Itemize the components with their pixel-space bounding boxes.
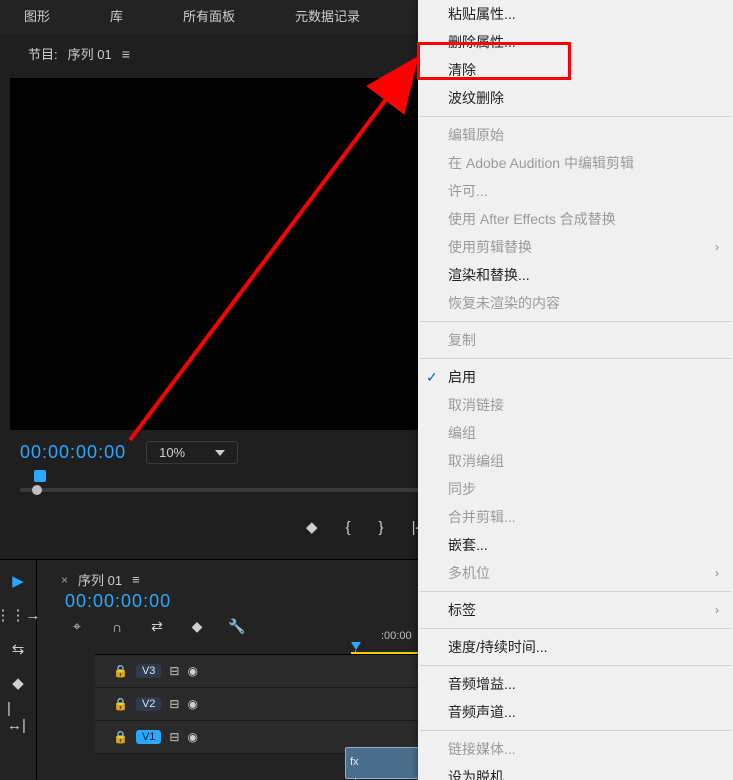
timeline-panel-menu-icon[interactable]: ≡ xyxy=(132,572,140,587)
menu-edit-in-audition: 在 Adobe Audition 中编辑剪辑 xyxy=(418,149,733,177)
menu-restore-unrendered: 恢复未渲染的内容 xyxy=(418,289,733,317)
timeline-playhead-icon[interactable] xyxy=(351,642,361,650)
panel-menu-icon[interactable]: ≡ xyxy=(122,46,130,62)
track-v3-target[interactable]: V3 xyxy=(136,664,161,678)
mark-out-button[interactable]: } xyxy=(379,514,384,542)
menu-separator xyxy=(420,628,731,629)
submenu-icon: › xyxy=(715,603,719,617)
track-visibility-icon[interactable]: ◉ xyxy=(187,730,197,744)
marker-button[interactable]: ◆ xyxy=(189,618,205,635)
sequence-tab-name[interactable]: 序列 01 xyxy=(78,570,122,589)
menu-link-media: 链接媒体... xyxy=(418,735,733,763)
menu-audio-channels[interactable]: 音频声道... xyxy=(418,698,733,726)
track-visibility-icon[interactable]: ◉ xyxy=(187,664,197,678)
tab-graphics[interactable]: 图形 xyxy=(4,0,70,34)
menu-synchronize: 同步 xyxy=(418,475,733,503)
menu-merge-clips: 合并剪辑... xyxy=(418,503,733,531)
magnet-toggle[interactable]: ∩ xyxy=(109,618,125,635)
menu-speed-duration[interactable]: 速度/持续时间... xyxy=(418,633,733,661)
submenu-icon: › xyxy=(715,240,719,254)
check-icon: ✓ xyxy=(426,369,438,386)
menu-license: 许可... xyxy=(418,177,733,205)
tab-library[interactable]: 库 xyxy=(90,0,143,34)
clip-context-menu: 粘贴属性... 删除属性... 清除 波纹删除 编辑原始 在 Adobe Aud… xyxy=(418,0,733,780)
program-title-prefix: 节目: xyxy=(28,44,58,63)
menu-nest[interactable]: 嵌套... xyxy=(418,531,733,559)
scrub-zoom-knob[interactable] xyxy=(32,485,42,495)
menu-multicam: 多机位› xyxy=(418,559,733,587)
chevron-down-icon xyxy=(215,450,225,456)
track-v2-target[interactable]: V2 xyxy=(136,697,161,711)
menu-separator xyxy=(420,358,731,359)
selection-tool[interactable]: ▶ xyxy=(7,570,29,592)
menu-replace-clip[interactable]: 使用剪辑替换› xyxy=(418,233,733,261)
ruler-tick-0: :00:00 xyxy=(381,630,412,642)
lock-icon[interactable]: 🔒 xyxy=(113,697,128,711)
menu-remove-attributes[interactable]: 删除属性... xyxy=(418,28,733,56)
track-sync-icon[interactable]: ⊟ xyxy=(169,730,179,744)
menu-set-offline[interactable]: 设为脱机... xyxy=(418,763,733,780)
menu-audio-gain[interactable]: 音频增益... xyxy=(418,670,733,698)
razor-tool[interactable]: ◆ xyxy=(7,672,29,694)
menu-replace-after-effects: 使用 After Effects 合成替换 xyxy=(418,205,733,233)
track-v1-target[interactable]: V1 xyxy=(136,730,161,744)
menu-ungroup: 取消编组 xyxy=(418,447,733,475)
program-timecode[interactable]: 00:00:00:00 xyxy=(20,442,126,463)
track-sync-icon[interactable]: ⊟ xyxy=(169,664,179,678)
menu-duplicate: 复制 xyxy=(418,326,733,354)
menu-clear[interactable]: 清除 xyxy=(418,56,733,84)
track-visibility-icon[interactable]: ◉ xyxy=(187,697,197,711)
program-time-row: 00:00:00:00 10% xyxy=(20,441,238,464)
program-zoom-dropdown[interactable]: 10% xyxy=(146,441,238,464)
menu-separator xyxy=(420,321,731,322)
menu-unlink: 取消链接 xyxy=(418,391,733,419)
menu-separator xyxy=(420,730,731,731)
tool-palette: ▶ ⋮⋮→ ⇆ ◆ |↔| xyxy=(0,560,37,780)
sequence-close-icon[interactable]: × xyxy=(61,573,68,587)
menu-group: 编组 xyxy=(418,419,733,447)
clip-fx-label: fx xyxy=(350,756,359,768)
linked-selection-toggle[interactable]: ⇄ xyxy=(149,618,165,635)
track-sync-icon[interactable]: ⊟ xyxy=(169,697,179,711)
mark-icon[interactable]: ◆ xyxy=(306,514,318,542)
mark-in-button[interactable]: { xyxy=(346,514,351,542)
slip-tool[interactable]: |↔| xyxy=(7,706,29,728)
timeline-settings-icon[interactable]: 🔧 xyxy=(229,618,245,635)
ripple-edit-tool[interactable]: ⇆ xyxy=(7,638,29,660)
tab-all-panels[interactable]: 所有面板 xyxy=(163,0,255,34)
submenu-icon: › xyxy=(715,566,719,580)
menu-render-replace[interactable]: 渲染和替换... xyxy=(418,261,733,289)
zoom-value: 10% xyxy=(159,445,185,460)
track-select-tool[interactable]: ⋮⋮→ xyxy=(7,604,29,626)
snap-toggle[interactable]: ⌖ xyxy=(69,618,85,635)
menu-ripple-delete[interactable]: 波纹删除 xyxy=(418,84,733,112)
menu-edit-original: 编辑原始 xyxy=(418,121,733,149)
menu-separator xyxy=(420,665,731,666)
program-sequence-name: 序列 01 xyxy=(68,44,112,63)
lock-icon[interactable]: 🔒 xyxy=(113,730,128,744)
tab-metadata[interactable]: 元数据记录 xyxy=(275,0,380,34)
menu-separator xyxy=(420,116,731,117)
program-playhead[interactable] xyxy=(34,470,46,482)
menu-paste-attributes[interactable]: 粘贴属性... xyxy=(418,0,733,28)
menu-enable[interactable]: ✓启用 xyxy=(418,363,733,391)
menu-separator xyxy=(420,591,731,592)
menu-label[interactable]: 标签› xyxy=(418,596,733,624)
lock-icon[interactable]: 🔒 xyxy=(113,664,128,678)
